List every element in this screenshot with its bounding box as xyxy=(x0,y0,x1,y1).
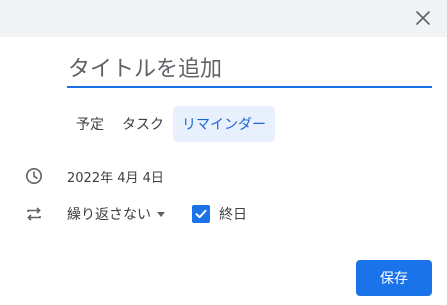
date-row: 2022年 4月 4日 xyxy=(0,163,447,189)
all-day-checkbox[interactable] xyxy=(192,205,210,223)
repeat-row: 繰り返さない 終日 xyxy=(0,201,447,227)
save-button[interactable]: 保存 xyxy=(356,260,432,296)
tab-event[interactable]: 予定 xyxy=(67,106,113,142)
reminder-date[interactable]: 2022年 4月 4日 xyxy=(67,167,164,186)
event-type-tabs: 予定 タスク リマインダー xyxy=(67,106,275,142)
reminder-dialog: 予定 タスク リマインダー 2022年 4月 4日 繰り返さない xyxy=(0,0,447,305)
checkmark-icon xyxy=(195,209,207,219)
all-day-toggle[interactable]: 終日 xyxy=(192,204,247,224)
title-input[interactable] xyxy=(67,52,432,88)
dialog-header xyxy=(0,0,447,37)
close-icon xyxy=(416,10,430,29)
tab-task[interactable]: タスク xyxy=(113,106,173,142)
clock-icon xyxy=(24,166,44,186)
chevron-down-icon xyxy=(157,211,165,217)
tab-reminder[interactable]: リマインダー xyxy=(173,106,275,142)
repeat-selected-value: 繰り返さない xyxy=(67,207,151,223)
all-day-label: 終日 xyxy=(219,207,247,223)
repeat-dropdown[interactable]: 繰り返さない xyxy=(67,204,165,224)
repeat-icon xyxy=(24,204,44,224)
close-button[interactable] xyxy=(413,9,433,29)
